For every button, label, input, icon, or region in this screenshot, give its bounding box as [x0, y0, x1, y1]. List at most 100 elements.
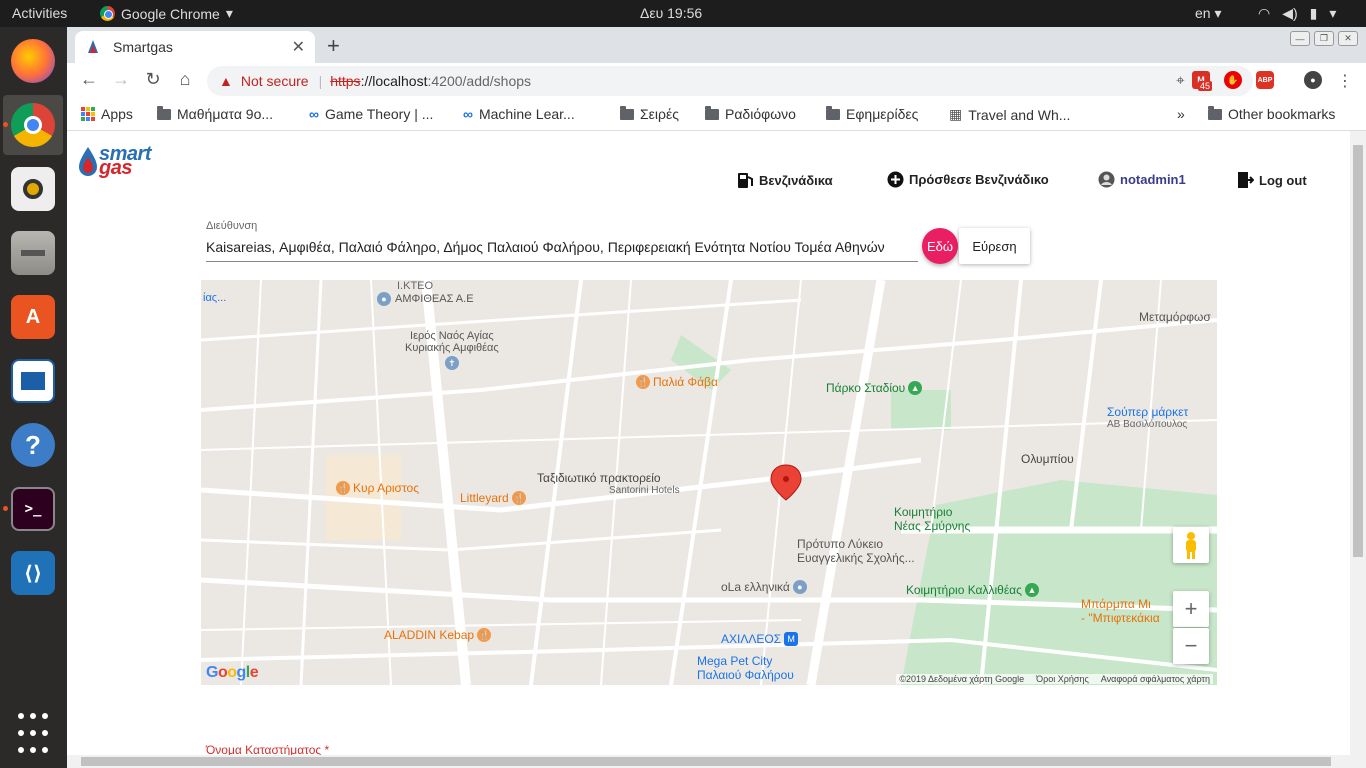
- bookmark-game-theory[interactable]: ∞ Game Theory | ...: [309, 106, 433, 122]
- dock-writer[interactable]: [3, 351, 63, 411]
- dock-show-apps[interactable]: [3, 703, 63, 763]
- bookmark-folder-other[interactable]: Other bookmarks: [1208, 105, 1335, 122]
- terms-link[interactable]: Όροι Χρήσης: [1036, 674, 1089, 684]
- find-button[interactable]: Εύρεση: [959, 228, 1030, 264]
- map-poi-ola[interactable]: oLa ελληνικά ●: [721, 580, 807, 594]
- zoom-out-button[interactable]: −: [1173, 628, 1209, 664]
- map-poi-cemetery-nea-smyrni[interactable]: Κοιμητήριο Νέας Σμύρνης: [894, 505, 970, 533]
- running-indicator: [3, 506, 8, 511]
- tab-strip: Smartgas ✕ + — ❐ ✕: [67, 27, 1366, 63]
- map-poi-protypo-lykeio[interactable]: Πρότυπο Λύκειο Ευαγγελικής Σχολής...: [797, 537, 915, 565]
- user-avatar-icon: [1098, 171, 1115, 188]
- bookmark-machine-learning[interactable]: ∞ Machine Lear...: [463, 106, 575, 122]
- dock-vscode[interactable]: ⟨⟩: [3, 543, 63, 603]
- new-tab-button[interactable]: +: [327, 33, 340, 59]
- address-input[interactable]: Kaisareias, Αμφιθέα, Παλαιό Φάληρο, Δήμο…: [206, 237, 918, 262]
- restaurant-icon: 🍴: [477, 628, 492, 642]
- bookmark-folder-seires[interactable]: Σειρές: [620, 105, 679, 122]
- extension-hand-icon[interactable]: ✋: [1224, 71, 1242, 89]
- volume-icon: ◀): [1282, 5, 1298, 21]
- map-poi-mparmpa[interactable]: Μπάρμπα Μι - "Μπιφτεκάκια: [1081, 597, 1160, 625]
- bookmark-apps[interactable]: Apps: [81, 106, 133, 122]
- chrome-icon: [100, 6, 115, 21]
- shop-name-label: Όνομα Καταστήματος *: [206, 743, 330, 755]
- folder-icon: [826, 105, 840, 120]
- clock[interactable]: Δευ 19:56: [640, 5, 702, 21]
- smartgas-logo[interactable]: smart gas: [77, 144, 151, 178]
- dock-rhythmbox[interactable]: [3, 159, 63, 219]
- bookmarks-overflow-button[interactable]: »: [1177, 106, 1185, 122]
- map-poi-ktel[interactable]: Ι.ΚΤΕΟ ● ΑΜΦΙΘΕΑΣ Α.Ε: [377, 280, 474, 306]
- street-label: Ολυμπίου: [1021, 452, 1074, 466]
- battery-icon: ▮: [1309, 5, 1318, 21]
- tab-smartgas[interactable]: Smartgas ✕: [75, 31, 315, 63]
- map-poi-parko[interactable]: Πάρκο Σταδίου ▲: [826, 381, 923, 395]
- nav-logout[interactable]: Log out: [1237, 171, 1307, 189]
- restaurant-icon: 🍴: [336, 481, 350, 495]
- dock-software[interactable]: A: [3, 287, 63, 347]
- bookmark-folder-efimerides[interactable]: Εφημερίδες: [826, 105, 918, 122]
- folder-icon: [1208, 105, 1222, 120]
- street-view-pegman[interactable]: [1173, 527, 1209, 563]
- nav-stations[interactable]: Βενζινάδικα: [737, 171, 833, 189]
- home-icon[interactable]: ⌂: [173, 69, 197, 90]
- adblock-plus-icon[interactable]: ABP: [1256, 71, 1274, 89]
- back-icon[interactable]: ←: [77, 69, 101, 90]
- map-label: Μεταμόρφωσ: [1139, 310, 1211, 324]
- minimize-button[interactable]: —: [1290, 31, 1310, 46]
- church-icon: ✝: [444, 356, 459, 370]
- vertical-scrollbar[interactable]: [1350, 131, 1366, 755]
- vscode-icon: ⟨⟩: [11, 551, 55, 595]
- map-pin-icon: ●: [377, 292, 391, 306]
- dock-help[interactable]: ?: [3, 415, 63, 475]
- map-poi-supermarket[interactable]: Σούπερ μάρκετ ΑΒ Βασιλόπουλος: [1107, 405, 1188, 430]
- browser-window: Smartgas ✕ + — ❐ ✕ ← → ↻ ⌂ ▲ Not secure …: [67, 27, 1366, 768]
- map-poi-axilleos[interactable]: ΑΧΙΛΛΕΟΣ M: [721, 632, 799, 646]
- apps-icon: [81, 107, 95, 121]
- app-name: Google Chrome: [121, 5, 220, 22]
- language-indicator[interactable]: en ▾: [1195, 5, 1222, 22]
- google-logo[interactable]: Google: [206, 664, 259, 682]
- reload-icon[interactable]: ↻: [141, 69, 165, 90]
- report-error-link[interactable]: Αναφορά σφάλματος χάρτη: [1101, 674, 1210, 684]
- app-menu[interactable]: Google Chrome ▾: [100, 5, 233, 22]
- address-label: Διεύθυνση: [206, 220, 258, 232]
- dock-firefox[interactable]: [3, 31, 63, 91]
- bookmark-travel[interactable]: ▦ Travel and Wh...: [949, 106, 1070, 123]
- address-bar[interactable]: ▲ Not secure | https://localhost:4200/ad…: [207, 66, 1253, 96]
- profile-avatar[interactable]: ●: [1304, 71, 1322, 89]
- dock-files[interactable]: [3, 223, 63, 283]
- window-controls: — ❐ ✕: [1290, 31, 1358, 46]
- map-poi-church[interactable]: Ιερός Ναός Αγίας Κυριακής Αμφιθέας ✝: [405, 330, 499, 370]
- map-poi-travel-agency[interactable]: Ταξιδιωτικό πρακτορείο Santorini Hotels: [537, 471, 680, 496]
- map[interactable]: ίας... Ι.ΚΤΕΟ ● ΑΜΦΙΘΕΑΣ Α.Ε Ιερός Ναός …: [201, 280, 1217, 685]
- map-poi-megapet[interactable]: Mega Pet City Παλαιού Φαλήρου: [697, 654, 794, 682]
- menu-kebab-icon[interactable]: ⋮: [1337, 71, 1353, 91]
- nav-user[interactable]: notadmin1: [1098, 171, 1186, 188]
- bookmark-folder-mathimata[interactable]: Μαθήματα 9ο...: [157, 105, 273, 122]
- map-poi-palia-fava[interactable]: 🍴 Παλιά Φάβα: [636, 375, 718, 389]
- not-secure-label[interactable]: Not secure: [241, 73, 309, 89]
- close-tab-icon[interactable]: ✕: [292, 37, 305, 57]
- close-window-button[interactable]: ✕: [1338, 31, 1358, 46]
- system-tray[interactable]: ◠ ◀) ▮ ▾: [1258, 5, 1336, 22]
- bookmark-folder-radiofono[interactable]: Ραδιόφωνο: [705, 105, 796, 122]
- dock: A ? >_ ⟨⟩: [0, 27, 67, 768]
- activities-button[interactable]: Activities: [12, 5, 67, 21]
- location-icon[interactable]: ⌖: [1176, 72, 1184, 90]
- travel-icon: ▦: [949, 106, 963, 122]
- horizontal-scrollbar[interactable]: [67, 755, 1366, 768]
- forward-icon[interactable]: →: [109, 69, 133, 90]
- map-poi-kyr-aristos[interactable]: 🍴 Κυρ Αριστος: [336, 481, 419, 495]
- map-poi-aladdin[interactable]: ALADDIN Kebap 🍴: [384, 628, 492, 642]
- nav-add-station[interactable]: Πρόσθεσε Βενζινάδικο: [887, 171, 1049, 188]
- zoom-in-button[interactable]: +: [1173, 591, 1209, 627]
- dock-terminal[interactable]: >_: [3, 479, 63, 539]
- map-poi-cemetery-kallithea[interactable]: Κοιμητήριο Καλλιθέας ▲: [906, 583, 1039, 597]
- maximize-button[interactable]: ❐: [1314, 31, 1334, 46]
- coursera-icon: ∞: [309, 106, 319, 122]
- map-poi-littleyard[interactable]: Littleyard 🍴: [460, 491, 526, 505]
- here-button[interactable]: Εδώ: [922, 228, 958, 264]
- url-host: ://localhost: [360, 73, 428, 89]
- dock-chrome[interactable]: [3, 95, 63, 155]
